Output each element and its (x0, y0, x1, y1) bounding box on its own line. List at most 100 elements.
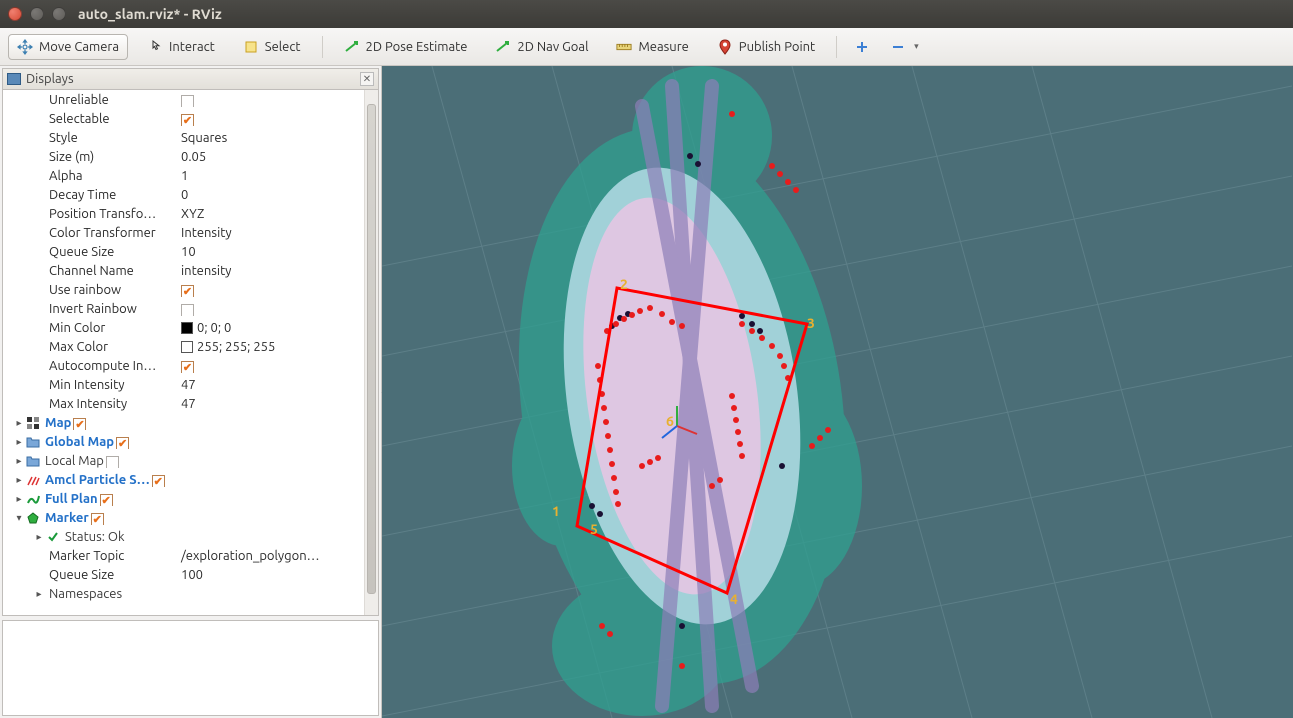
collapse-icon[interactable]: ▾ (13, 512, 25, 524)
move-camera-button[interactable]: Move Camera (8, 34, 128, 60)
nav-goal-label: 2D Nav Goal (517, 40, 588, 54)
prop-decay-value[interactable]: 0 (179, 188, 378, 202)
checkbox-global-map[interactable]: ✔ (116, 437, 129, 449)
prop-pos-transform-value[interactable]: XYZ (179, 207, 378, 221)
panel-title-label: Displays (26, 72, 74, 86)
prop-selectable[interactable]: Selectable (3, 112, 179, 126)
close-window-button[interactable] (8, 7, 22, 21)
rviz-3d-viewport[interactable]: 1 2 3 4 5 6 (382, 66, 1293, 718)
marker-label-5: 5 (590, 521, 598, 537)
props-scrollbar[interactable] (364, 90, 378, 615)
tree-item-global-map[interactable]: ▸Global Map✔ (3, 432, 378, 451)
pose-estimate-button[interactable]: 2D Pose Estimate (335, 34, 477, 60)
prop-queue[interactable]: Queue Size (3, 245, 179, 259)
monitor-icon (7, 73, 21, 85)
prop-alpha[interactable]: Alpha (3, 169, 179, 183)
prop-max-intensity-value[interactable]: 47 (179, 397, 378, 411)
prop-unreliable[interactable]: Unreliable (3, 93, 179, 107)
nav-goal-icon (495, 39, 511, 55)
marker-label-1: 1 (552, 503, 560, 519)
expand-icon[interactable]: ▸ (13, 474, 25, 486)
swatch-min-color (181, 322, 193, 334)
checkbox-marker[interactable]: ✔ (91, 513, 104, 525)
interact-button[interactable]: Interact (138, 34, 224, 60)
prop-marker-queue[interactable]: Queue Size (3, 568, 179, 582)
prop-max-color[interactable]: Max Color (3, 340, 179, 354)
pose-array-icon (25, 473, 41, 487)
prop-style-value[interactable]: Squares (179, 131, 378, 145)
prop-marker-topic-value[interactable]: /exploration_polygon… (179, 549, 378, 563)
maximize-window-button[interactable] (52, 7, 66, 21)
prop-max-color-value[interactable]: 255; 255; 255 (197, 340, 275, 354)
folder-icon (25, 454, 41, 468)
checkbox-use-rainbow[interactable]: ✔ (181, 285, 194, 297)
path-icon (25, 492, 41, 506)
tree-item-status[interactable]: ▸Status: Ok (3, 527, 378, 546)
prop-size-value[interactable]: 0.05 (179, 150, 378, 164)
prop-autocompute[interactable]: Autocompute In… (3, 359, 179, 373)
panel-close-button[interactable]: ✕ (360, 72, 374, 86)
expand-icon[interactable]: ▸ (13, 455, 25, 467)
checkbox-unreliable[interactable]: ✔ (181, 95, 194, 107)
expand-icon[interactable]: ▸ (13, 436, 25, 448)
tree-item-amcl[interactable]: ▸Amcl Particle S…✔ (3, 470, 378, 489)
publish-point-icon (717, 39, 733, 55)
prop-marker-topic[interactable]: Marker Topic (3, 549, 179, 563)
prop-color-transform-value[interactable]: Intensity (179, 226, 378, 240)
prop-marker-queue-value[interactable]: 100 (179, 568, 378, 582)
displays-tree[interactable]: Unreliable✔ Selectable✔ StyleSquares Siz… (2, 90, 379, 616)
prop-decay[interactable]: Decay Time (3, 188, 179, 202)
prop-channel-value[interactable]: intensity (179, 264, 378, 278)
marker-icon (25, 511, 41, 525)
prop-channel[interactable]: Channel Name (3, 264, 179, 278)
expand-icon[interactable]: ▸ (13, 493, 25, 505)
prop-use-rainbow[interactable]: Use rainbow (3, 283, 179, 297)
window-title: auto_slam.rviz* - RViz (78, 6, 222, 22)
select-button[interactable]: Select (234, 34, 310, 60)
scrollbar-thumb[interactable] (367, 104, 376, 594)
checkbox-selectable[interactable]: ✔ (181, 114, 194, 126)
prop-alpha-value[interactable]: 1 (179, 169, 378, 183)
prop-min-intensity[interactable]: Min Intensity (3, 378, 179, 392)
titlebar: auto_slam.rviz* - RViz (0, 0, 1293, 28)
displays-panel-header[interactable]: Displays ✕ (2, 68, 379, 90)
prop-queue-value[interactable]: 10 (179, 245, 378, 259)
expand-icon[interactable]: ▸ (33, 588, 45, 600)
checkbox-map[interactable]: ✔ (73, 418, 86, 430)
prop-min-intensity-value[interactable]: 47 (179, 378, 378, 392)
prop-pos-transform[interactable]: Position Transfo… (3, 207, 179, 221)
measure-label: Measure (638, 40, 688, 54)
marker-label-2: 2 (620, 276, 628, 292)
checkbox-amcl[interactable]: ✔ (152, 475, 165, 487)
checkbox-full-plan[interactable]: ✔ (100, 494, 113, 506)
toolbar: Move Camera Interact Select 2D Pose Esti… (0, 28, 1293, 66)
remove-tool-button[interactable]: ▾ (885, 34, 924, 60)
tree-item-local-map[interactable]: ▸Local Map✔ (3, 451, 378, 470)
prop-color-transform[interactable]: Color Transformer (3, 226, 179, 240)
prop-size[interactable]: Size (m) (3, 150, 179, 164)
checkbox-invert-rainbow[interactable]: ✔ (181, 304, 194, 316)
add-tool-button[interactable] (849, 34, 875, 60)
prop-min-color[interactable]: Min Color (3, 321, 179, 335)
swatch-max-color (181, 341, 193, 353)
publish-point-label: Publish Point (739, 40, 815, 54)
prop-style[interactable]: Style (3, 131, 179, 145)
publish-point-button[interactable]: Publish Point (708, 34, 824, 60)
tree-item-marker[interactable]: ▾Marker✔ (3, 508, 378, 527)
tree-item-full-plan[interactable]: ▸Full Plan✔ (3, 489, 378, 508)
marker-label-6: 6 (666, 413, 674, 429)
prop-min-color-value[interactable]: 0; 0; 0 (197, 321, 231, 335)
measure-button[interactable]: Measure (607, 34, 697, 60)
expand-icon[interactable]: ▸ (33, 531, 45, 543)
displays-sidebar: Displays ✕ Unreliable✔ Selectable✔ Style… (0, 66, 382, 718)
prop-max-intensity[interactable]: Max Intensity (3, 397, 179, 411)
expand-icon[interactable]: ▸ (13, 417, 25, 429)
checkbox-local-map[interactable]: ✔ (106, 456, 119, 468)
select-label: Select (265, 40, 301, 54)
tree-item-map[interactable]: ▸Map✔ (3, 413, 378, 432)
nav-goal-button[interactable]: 2D Nav Goal (486, 34, 597, 60)
minimize-window-button[interactable] (30, 7, 44, 21)
tree-item-namespaces[interactable]: ▸Namespaces (3, 584, 378, 603)
prop-invert-rainbow[interactable]: Invert Rainbow (3, 302, 179, 316)
checkbox-autocompute[interactable]: ✔ (181, 361, 194, 373)
